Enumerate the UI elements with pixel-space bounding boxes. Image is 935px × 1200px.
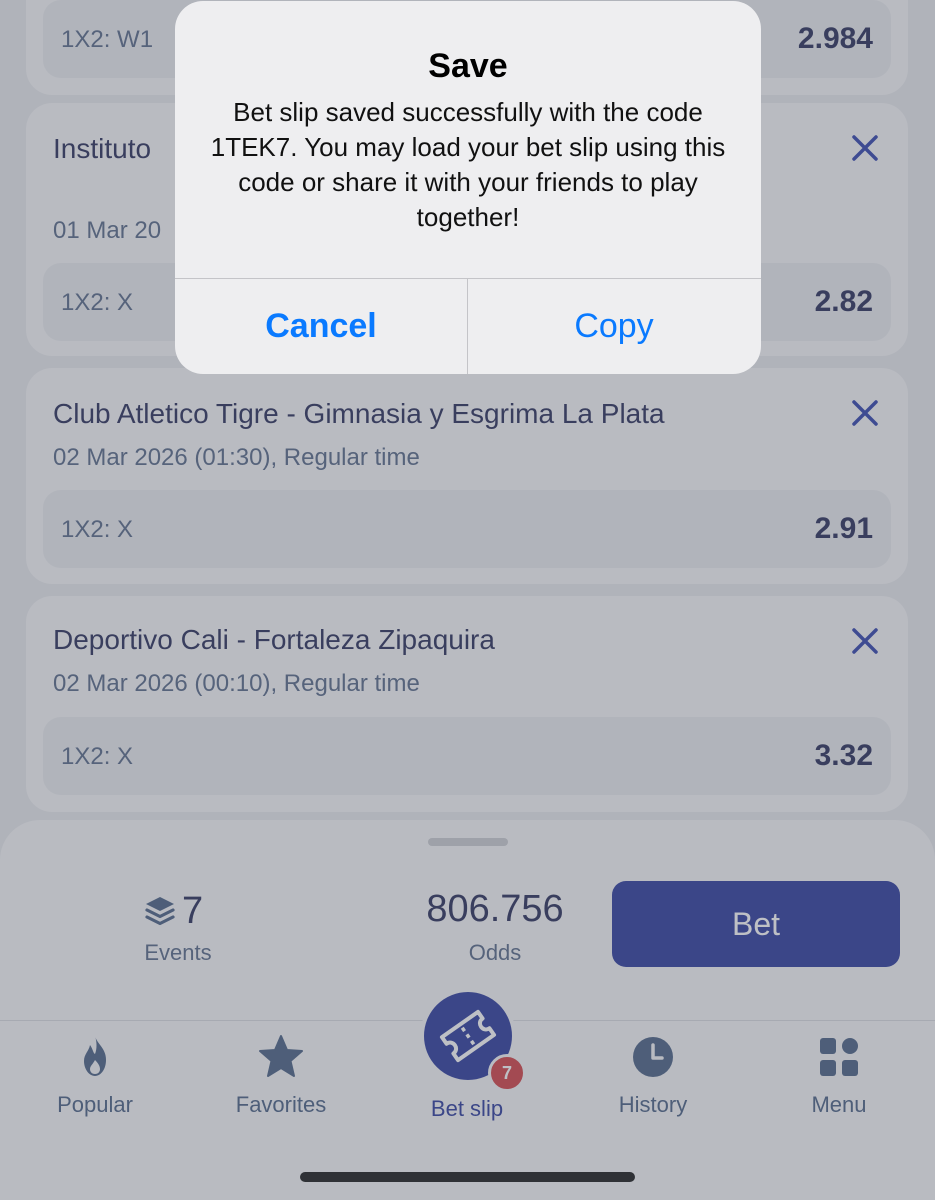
dialog-message: Bet slip saved successfully with the cod… [210,97,726,232]
save-dialog: Save Bet slip saved successfully with th… [175,1,761,374]
dialog-title: Save [428,47,508,85]
copy-button[interactable]: Copy [468,279,760,374]
cancel-button[interactable]: Cancel [175,279,467,374]
